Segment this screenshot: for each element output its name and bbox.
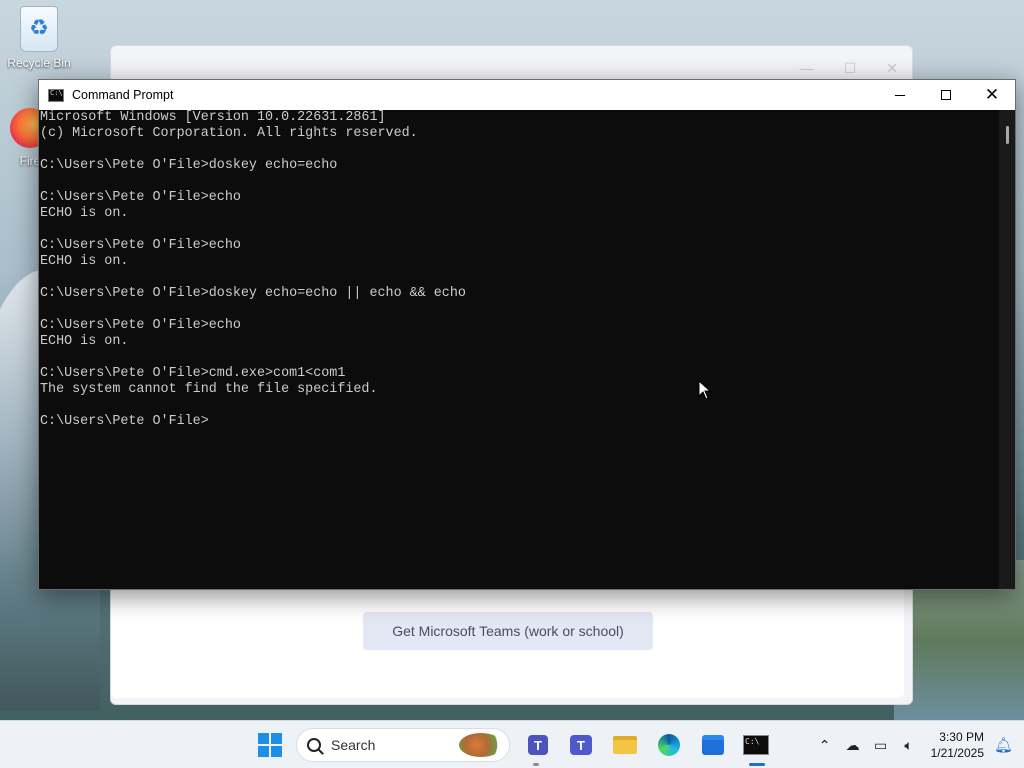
taskbar-command-prompt-button[interactable]: C:\ bbox=[740, 729, 772, 761]
console-line: C:\Users\Pete O'File>echo bbox=[40, 190, 241, 205]
teams-chat-button[interactable]: T bbox=[522, 729, 554, 761]
desktop-icon-recycle-bin[interactable]: Recycle Bin bbox=[1, 6, 77, 70]
desktop-icon-label: Recycle Bin bbox=[7, 56, 71, 70]
console-line: Microsoft Windows [Version 10.0.22631.28… bbox=[40, 110, 386, 125]
search-label: Search bbox=[331, 737, 376, 753]
console-line: The system cannot find the file specifie… bbox=[40, 382, 378, 397]
console-line: C:\Users\Pete O'File>echo bbox=[40, 238, 241, 253]
teams-chat-icon: T bbox=[528, 735, 548, 755]
onedrive-offline-icon[interactable]: ☁ bbox=[839, 737, 867, 754]
folder-icon bbox=[613, 736, 637, 754]
network-icon[interactable]: ▭ bbox=[867, 737, 895, 754]
close-icon: ✕ bbox=[984, 85, 1000, 105]
window-title: Command Prompt bbox=[72, 88, 174, 102]
get-teams-button[interactable]: Get Microsoft Teams (work or school) bbox=[363, 612, 653, 650]
console-line: C:\Users\Pete O'File>echo bbox=[40, 318, 241, 333]
close-icon[interactable]: ✕ bbox=[886, 60, 898, 77]
command-prompt-window[interactable]: Command Prompt ✕ Microsoft Windows [Vers… bbox=[38, 79, 1016, 590]
taskbar: Search T T C:\ ⌃ ☁ ▭ 🔈︎ 3:30 PM 1/21/202… bbox=[0, 720, 1024, 768]
scrollbar-thumb[interactable] bbox=[1006, 126, 1009, 144]
edge-icon bbox=[658, 734, 680, 756]
window-controls: ✕ bbox=[877, 80, 1015, 110]
vertical-scrollbar[interactable] bbox=[999, 110, 1015, 589]
notification-bell-icon[interactable]: 🔔︎ bbox=[994, 736, 1016, 754]
clock[interactable]: 3:30 PM 1/21/2025 bbox=[931, 729, 984, 761]
minimize-icon bbox=[895, 94, 905, 96]
console-line: C:\Users\Pete O'File> bbox=[40, 414, 209, 429]
close-button[interactable]: ✕ bbox=[969, 80, 1015, 110]
console-line: C:\Users\Pete O'File>cmd.exe>com1<com1 bbox=[40, 366, 346, 381]
console-line: ECHO is on. bbox=[40, 254, 129, 269]
command-prompt-icon: C:\ bbox=[743, 735, 769, 755]
clock-date: 1/21/2025 bbox=[930, 746, 984, 760]
console-line: (c) Microsoft Corporation. All rights re… bbox=[40, 126, 418, 141]
console-output[interactable]: Microsoft Windows [Version 10.0.22631.28… bbox=[39, 110, 999, 589]
console-line: C:\Users\Pete O'File>doskey echo=echo ||… bbox=[40, 286, 466, 301]
chevron-up-icon[interactable]: ⌃ bbox=[811, 737, 839, 754]
console-line: ECHO is on. bbox=[40, 334, 129, 349]
edge-button[interactable] bbox=[653, 729, 685, 761]
minimize-icon[interactable]: — bbox=[800, 60, 814, 77]
maximize-button[interactable] bbox=[923, 80, 969, 110]
search-icon bbox=[307, 738, 321, 752]
teams-window-controls: — ☐ ✕ bbox=[800, 60, 898, 77]
running-indicator bbox=[533, 763, 539, 766]
teams-icon: T bbox=[570, 735, 592, 755]
maximize-icon[interactable]: ☐ bbox=[844, 60, 857, 77]
windows-logo-icon bbox=[258, 733, 282, 757]
teams-content-panel: Get Microsoft Teams (work or school) bbox=[111, 586, 904, 698]
cmd-app-icon[interactable] bbox=[48, 88, 64, 102]
console-line: ECHO is on. bbox=[40, 206, 129, 221]
start-button[interactable] bbox=[254, 729, 286, 761]
file-explorer-button[interactable] bbox=[609, 729, 641, 761]
search-highlight-icon bbox=[459, 733, 503, 757]
clock-time: 3:30 PM bbox=[939, 730, 984, 744]
maximize-icon bbox=[941, 90, 951, 100]
teams-work-button[interactable]: T bbox=[565, 729, 597, 761]
minimize-button[interactable] bbox=[877, 80, 923, 110]
console-line: C:\Users\Pete O'File>doskey echo=echo bbox=[40, 158, 338, 173]
title-bar[interactable]: Command Prompt ✕ bbox=[39, 80, 1015, 110]
volume-icon[interactable]: 🔈︎ bbox=[895, 737, 923, 754]
mouse-cursor-icon bbox=[698, 380, 712, 400]
store-icon bbox=[702, 735, 724, 755]
taskbar-search[interactable]: Search bbox=[296, 728, 510, 762]
active-app-indicator bbox=[749, 763, 765, 766]
system-tray: ⌃ ☁ ▭ 🔈︎ 3:30 PM 1/21/2025 🔔︎ bbox=[811, 721, 1024, 768]
store-button[interactable] bbox=[697, 729, 729, 761]
recycle-bin-icon bbox=[20, 6, 58, 52]
